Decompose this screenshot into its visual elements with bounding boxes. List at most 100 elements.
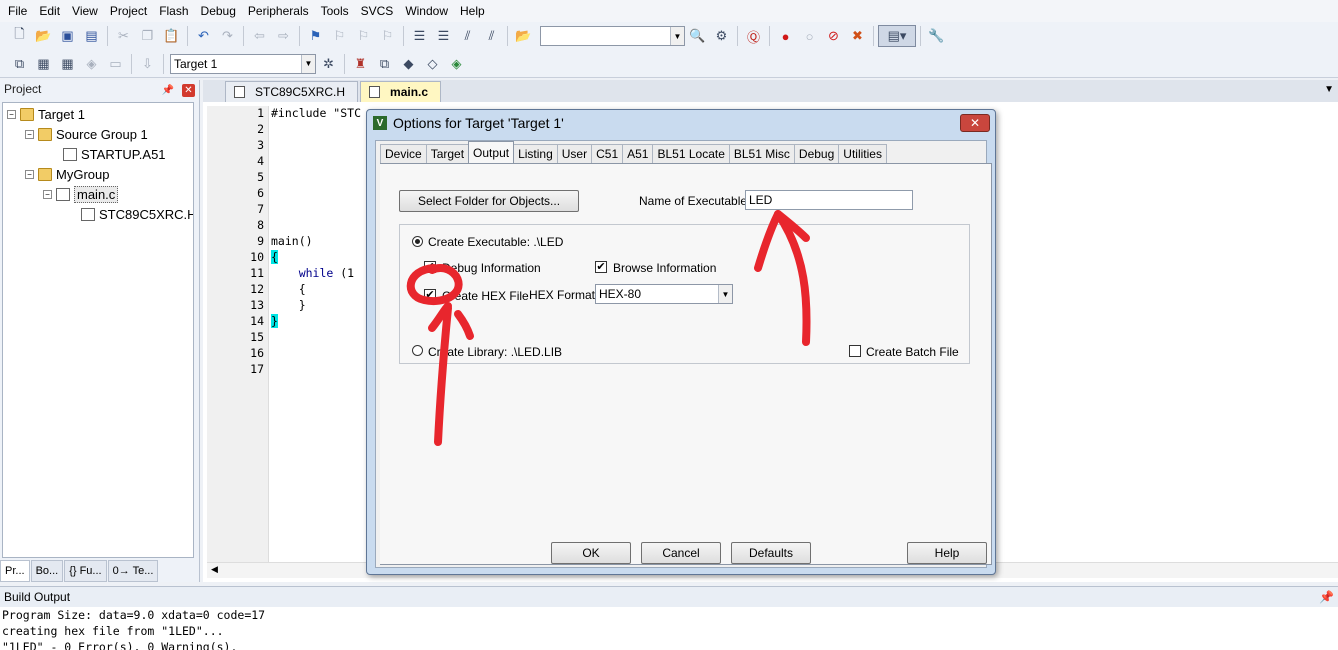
nav-forward-icon[interactable]: ⇨ — [272, 25, 295, 47]
tab-user[interactable]: User — [556, 144, 593, 163]
open-icon[interactable]: 📂 — [32, 25, 55, 47]
window-layout-icon[interactable]: ▤▾ — [878, 25, 916, 47]
prev-bookmark-icon[interactable]: ⚐ — [328, 25, 351, 47]
tab-main-c[interactable]: main.c — [360, 81, 442, 102]
collapse-icon[interactable]: − — [25, 129, 34, 139]
batch-build-icon[interactable]: ◈ — [80, 53, 103, 75]
save-all-icon[interactable]: ▤ — [80, 25, 103, 47]
debug-start-icon[interactable]: Ⓠ — [742, 25, 765, 47]
close-icon[interactable]: ✕ — [960, 114, 990, 132]
select-software-icon[interactable]: ◇ — [421, 53, 444, 75]
cut-icon[interactable]: ✂ — [112, 25, 135, 47]
pin-icon[interactable]: 📌 — [1319, 590, 1334, 604]
chevron-down-icon[interactable]: ▼ — [670, 27, 684, 45]
download-icon[interactable]: ⇩ — [136, 53, 159, 75]
options-icon[interactable]: ✲ — [317, 53, 340, 75]
tab-a51[interactable]: A51 — [622, 144, 654, 163]
select-folder-button[interactable]: Select Folder for Objects... — [399, 190, 579, 212]
tab-books[interactable]: Bo... — [30, 560, 64, 582]
tab-device[interactable]: Device — [380, 144, 427, 163]
menu-file[interactable]: File — [2, 0, 33, 22]
tab-stc89c5xrc-h[interactable]: STC89C5XRC.H — [225, 81, 359, 102]
menu-project[interactable]: Project — [104, 0, 153, 22]
configure-icon[interactable]: 🔧 — [925, 25, 948, 47]
collapse-icon[interactable]: − — [43, 189, 52, 199]
name-of-executable-input[interactable]: LED — [745, 190, 913, 210]
indent-icon[interactable]: ☰ — [408, 25, 431, 47]
help-button[interactable]: Help — [907, 542, 987, 564]
tree-node-mygroup[interactable]: − MyGroup — [25, 165, 109, 183]
find-in-files-icon[interactable]: 📂 — [512, 25, 535, 47]
scroll-left-icon[interactable]: ◀ — [211, 564, 218, 575]
pack-installer-icon[interactable]: ◈ — [445, 53, 468, 75]
menu-window[interactable]: Window — [399, 0, 454, 22]
browse-info-checkbox[interactable]: ✔ — [595, 261, 607, 273]
close-icon[interactable]: ✕ — [182, 83, 195, 97]
tab-listing[interactable]: Listing — [513, 144, 558, 163]
next-bookmark-icon[interactable]: ⚐ — [352, 25, 375, 47]
tab-target[interactable]: Target — [425, 144, 470, 163]
undo-icon[interactable]: ↶ — [192, 25, 215, 47]
menu-flash[interactable]: Flash — [153, 0, 194, 22]
tree-node-target[interactable]: − Target 1 — [7, 105, 85, 123]
create-executable-radio[interactable] — [412, 236, 423, 247]
tab-output[interactable]: Output — [468, 141, 515, 163]
tab-templates[interactable]: 0→ Te... — [107, 560, 159, 582]
pin-icon[interactable]: 📌 — [162, 84, 175, 97]
tree-node-startup[interactable]: STARTUP.A51 — [63, 145, 166, 163]
defaults-button[interactable]: Defaults — [731, 542, 811, 564]
tabs-dropdown-icon[interactable]: ▼ — [1324, 84, 1334, 95]
create-library-radio[interactable] — [412, 345, 423, 356]
breakpoint-icon[interactable]: ● — [774, 25, 797, 47]
tree-node-source-group[interactable]: − Source Group 1 — [25, 125, 148, 143]
tab-c51[interactable]: C51 — [591, 144, 624, 163]
collapse-icon[interactable]: − — [7, 109, 16, 119]
build-icon[interactable]: ▦ — [32, 53, 55, 75]
tree-node-main-c[interactable]: − main.c — [43, 185, 119, 203]
copy-icon[interactable]: ❐ — [136, 25, 159, 47]
stop-build-icon[interactable]: ▭ — [104, 53, 127, 75]
tab-debug[interactable]: Debug — [793, 144, 840, 163]
collapse-icon[interactable]: − — [25, 169, 34, 179]
menu-view[interactable]: View — [66, 0, 104, 22]
menu-debug[interactable]: Debug — [195, 0, 242, 22]
paste-icon[interactable]: 📋 — [160, 25, 183, 47]
target-select[interactable]: Target 1 ▼ — [170, 53, 316, 74]
comment-icon[interactable]: ⫽ — [456, 25, 479, 47]
tab-utilities[interactable]: Utilities — [838, 144, 887, 163]
menu-edit[interactable]: Edit — [33, 0, 66, 22]
bookmark-icon[interactable]: ⚑ — [304, 25, 327, 47]
redo-icon[interactable]: ↷ — [216, 25, 239, 47]
hex-format-select[interactable]: HEX-80 ▼ — [595, 284, 733, 304]
tab-project[interactable]: Pr... — [0, 560, 30, 582]
new-file-icon[interactable]: 🗋 — [8, 25, 31, 47]
tree-node-header[interactable]: STC89C5XRC.H — [81, 205, 193, 223]
chevron-down-icon[interactable]: ▼ — [718, 285, 732, 303]
tab-functions[interactable]: {} Fu... — [64, 560, 107, 582]
disable-all-breakpoints-icon[interactable]: ⊘ — [822, 25, 845, 47]
disable-breakpoint-icon[interactable]: ○ — [798, 25, 821, 47]
create-batch-checkbox[interactable] — [849, 345, 861, 357]
unindent-icon[interactable]: ☰ — [432, 25, 455, 47]
menu-peripherals[interactable]: Peripherals — [242, 0, 315, 22]
translate-icon[interactable]: ⧉ — [8, 53, 31, 75]
select-packs-icon[interactable]: ⧉ — [373, 53, 396, 75]
clear-bookmarks-icon[interactable]: ⚐ — [376, 25, 399, 47]
find-icon[interactable]: 🔍 — [686, 25, 709, 47]
save-icon[interactable]: ▣ — [56, 25, 79, 47]
nav-back-icon[interactable]: ⇦ — [248, 25, 271, 47]
find-combo[interactable]: ▼ — [540, 26, 685, 46]
chevron-down-icon[interactable]: ▼ — [301, 54, 315, 73]
incremental-find-icon[interactable]: ⚙ — [710, 25, 733, 47]
debug-info-checkbox[interactable]: ✔ — [424, 261, 436, 273]
create-hex-checkbox[interactable]: ✔ — [424, 289, 436, 301]
menu-tools[interactable]: Tools — [315, 0, 355, 22]
ok-button[interactable]: OK — [551, 542, 631, 564]
tab-bl51-locate[interactable]: BL51 Locate — [652, 144, 730, 163]
uncomment-icon[interactable]: ⫽ — [480, 25, 503, 47]
cancel-button[interactable]: Cancel — [641, 542, 721, 564]
manage-rte-icon[interactable]: ◆ — [397, 53, 420, 75]
dialog-title-bar[interactable]: V Options for Target 'Target 1' — [367, 110, 995, 136]
rebuild-icon[interactable]: ▦ — [56, 53, 79, 75]
menu-svcs[interactable]: SVCS — [355, 0, 400, 22]
